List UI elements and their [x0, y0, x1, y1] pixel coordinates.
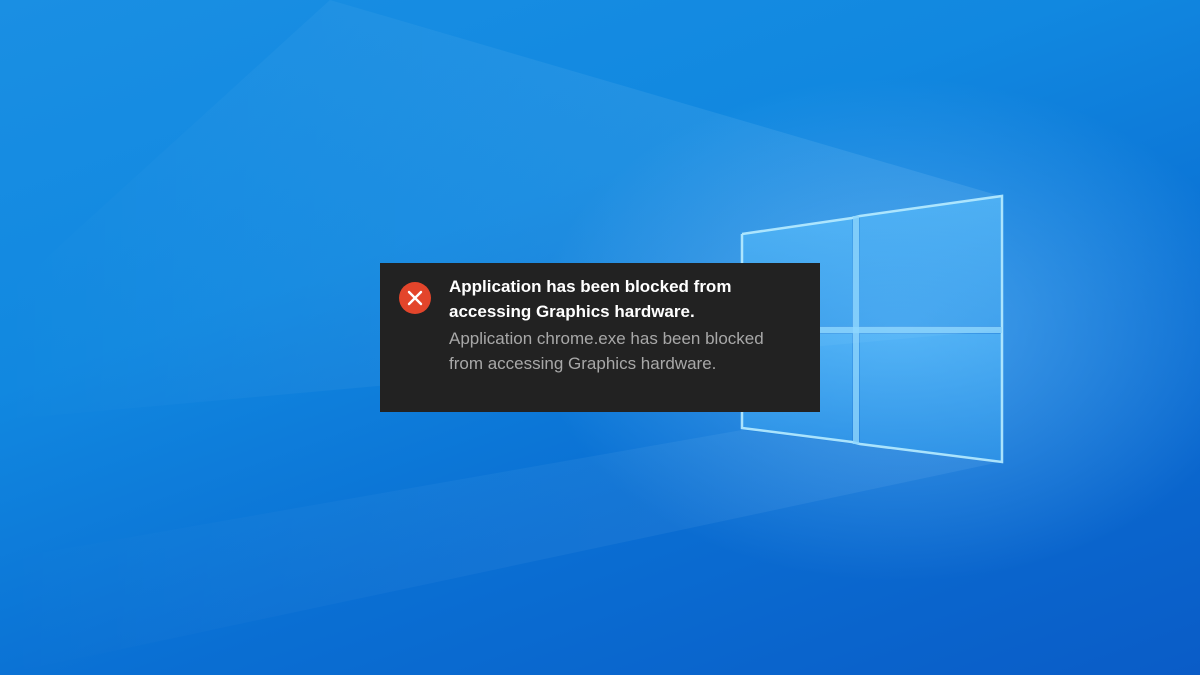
error-x-icon	[399, 282, 431, 314]
toast-title: Application has been blocked from access…	[449, 277, 732, 321]
toast-message: Application chrome.exe has been blocked …	[449, 329, 764, 373]
error-toast-notification[interactable]: Application has been blocked from access…	[380, 263, 820, 412]
desktop-background: Application has been blocked from access…	[0, 0, 1200, 675]
